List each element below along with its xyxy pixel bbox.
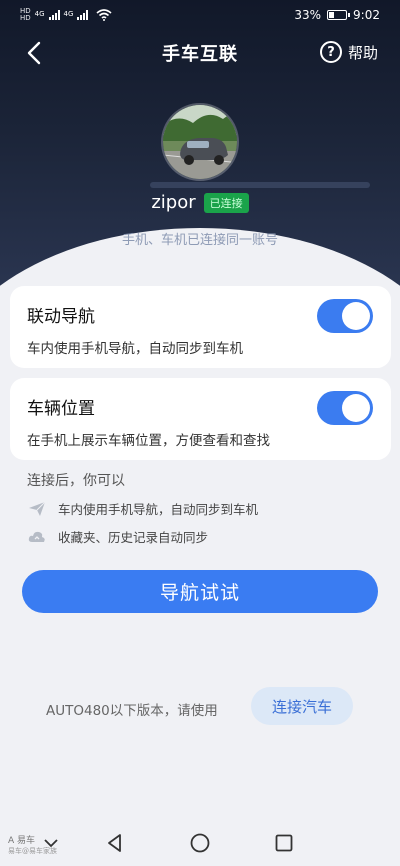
back-button[interactable]	[22, 40, 48, 66]
setting-card-vehicle-location: 车辆位置 在手机上展示车辆位置，方便查看和查找	[10, 378, 391, 460]
help-label: 帮助	[347, 43, 378, 62]
signal-group: HD HD 4G 4G	[20, 8, 112, 22]
paper-plane-icon	[29, 501, 46, 516]
watermark-sub-text: 易车@易车家族	[8, 847, 57, 855]
feature-text: 收藏夹、历史记录自动同步	[58, 530, 209, 545]
toggle-knob	[342, 302, 370, 330]
vehicle-location-toggle[interactable]	[317, 391, 373, 425]
home-circle-icon[interactable]	[189, 832, 211, 854]
signal-bars-2-icon	[77, 10, 89, 20]
back-triangle-icon[interactable]	[104, 832, 126, 854]
watermark: A 易车 易车@易车家族	[8, 836, 57, 856]
setting-card-linked-navigation: 联动导航 车内使用手机导航，自动同步到车机	[10, 286, 391, 368]
system-nav-bar	[0, 820, 400, 866]
battery-fill	[329, 12, 335, 18]
connection-hint: 手机、车机已连接同一账号	[121, 233, 278, 248]
legacy-version-row: AUTO480以下版本，请使用	[46, 699, 218, 719]
feature-item: 车内使用手机导航，自动同步到车机	[28, 499, 258, 518]
linked-navigation-toggle[interactable]	[317, 299, 373, 333]
battery-percent: 33%	[294, 8, 322, 22]
hd-label-2: HD	[20, 14, 31, 22]
watermark-logo-text: A 易车	[8, 836, 36, 846]
net-type-1: 4G	[34, 10, 45, 18]
avatar[interactable]	[161, 103, 239, 181]
net-type-2: 4G	[63, 10, 74, 18]
recents-square-icon[interactable]	[273, 832, 295, 854]
setting-description: 车内使用手机导航，自动同步到车机	[27, 341, 243, 357]
user-row: zipor 已连接	[0, 192, 400, 213]
question-circle-icon: ?	[319, 41, 342, 63]
battery-icon	[327, 10, 351, 20]
toggle-knob	[342, 394, 370, 422]
status-right: 33% 9:02	[294, 8, 380, 22]
cloud-icon	[28, 531, 45, 542]
chevron-left-icon	[27, 41, 41, 65]
hd-indicator: HD HD	[20, 8, 31, 22]
wifi-icon	[96, 9, 112, 21]
username: zipor	[151, 192, 196, 213]
feature-item: 收藏夹、历史记录自动同步	[28, 527, 208, 546]
features-heading: 连接后，你可以	[27, 473, 125, 489]
help-button[interactable]: ? 帮助	[319, 41, 378, 63]
top-navbar: 手车互联 ? 帮助	[0, 36, 400, 70]
status-bar: HD HD 4G 4G 33% 9:02	[0, 0, 400, 30]
feature-text: 车内使用手机导航，自动同步到车机	[58, 502, 259, 517]
connect-car-button[interactable]: 连接汽车	[251, 687, 353, 725]
status-badge: 已连接	[203, 192, 249, 213]
try-navigation-button[interactable]: 导航试试	[22, 570, 378, 613]
clock: 9:02	[353, 8, 380, 22]
setting-description: 在手机上展示车辆位置，方便查看和查找	[27, 433, 270, 449]
page-title: 手车互联	[162, 44, 238, 65]
signal-bars-1-icon	[48, 10, 60, 20]
hero-decoration	[150, 182, 370, 188]
legacy-version-text: AUTO480以下版本，请使用	[46, 703, 218, 719]
